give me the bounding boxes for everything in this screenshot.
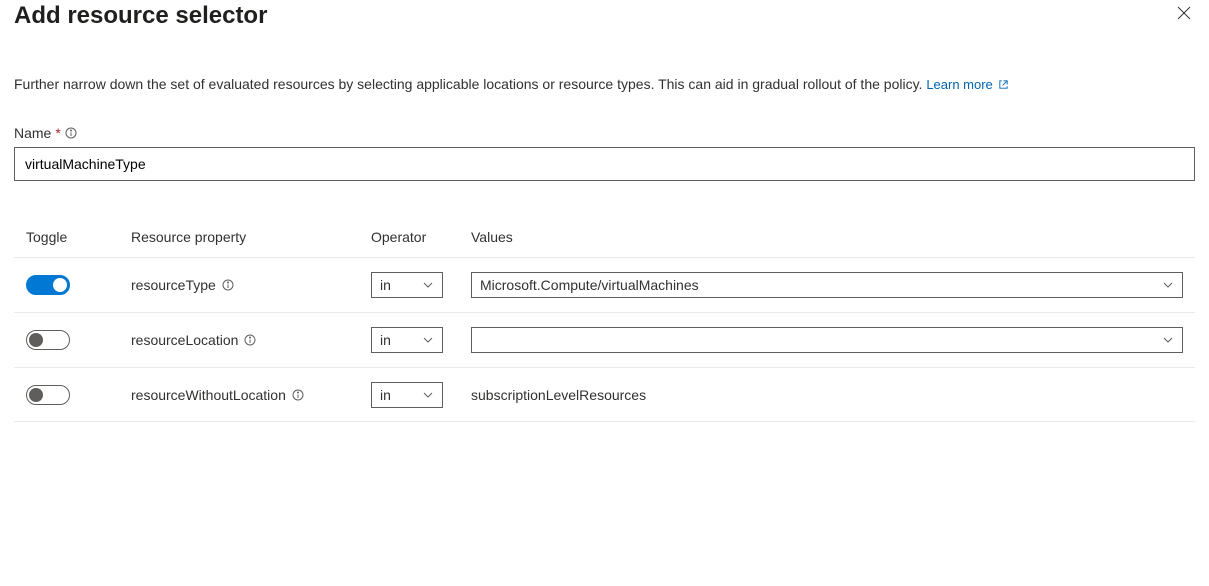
col-header-values: Values <box>471 229 1183 245</box>
description-text: Further narrow down the set of evaluated… <box>14 74 1195 95</box>
resource-selector-table: Toggle Resource property Operator Values… <box>14 229 1195 422</box>
required-indicator: * <box>55 125 60 141</box>
table-row: resourceWithoutLocation in subscriptionLev… <box>14 367 1195 422</box>
resource-property-cell: resourceType <box>131 277 371 293</box>
info-icon[interactable] <box>222 279 234 291</box>
operator-select[interactable]: in <box>371 327 443 353</box>
resource-property-label: resourceLocation <box>131 332 238 348</box>
toggle-switch[interactable] <box>26 275 70 295</box>
col-header-toggle: Toggle <box>26 229 131 245</box>
values-static-text: subscriptionLevelResources <box>471 387 646 403</box>
info-icon[interactable] <box>292 389 304 401</box>
external-link-icon <box>998 79 1009 90</box>
values-select[interactable] <box>471 327 1183 353</box>
chevron-down-icon <box>1162 279 1174 291</box>
name-field-label: Name <box>14 125 51 141</box>
info-icon[interactable] <box>65 127 77 139</box>
resource-property-label: resourceWithoutLocation <box>131 387 286 403</box>
chevron-down-icon <box>422 334 434 346</box>
info-icon[interactable] <box>244 334 256 346</box>
page-title: Add resource selector <box>14 2 267 30</box>
table-row: resourceType in Microsoft.Compute/virtualM… <box>14 257 1195 312</box>
chevron-down-icon <box>422 389 434 401</box>
table-header-row: Toggle Resource property Operator Values <box>14 229 1195 257</box>
table-row: resourceLocation in <box>14 312 1195 367</box>
toggle-switch[interactable] <box>26 385 70 405</box>
values-select[interactable]: Microsoft.Compute/virtualMachines <box>471 272 1183 298</box>
chevron-down-icon <box>422 279 434 291</box>
resource-property-cell: resourceWithoutLocation <box>131 387 371 403</box>
name-input[interactable] <box>14 147 1195 181</box>
close-icon <box>1177 6 1191 20</box>
resource-property-cell: resourceLocation <box>131 332 371 348</box>
learn-more-link[interactable]: Learn more <box>926 77 1009 92</box>
close-button[interactable] <box>1173 2 1195 24</box>
operator-select[interactable]: in <box>371 272 443 298</box>
col-header-property: Resource property <box>131 229 371 245</box>
toggle-switch[interactable] <box>26 330 70 350</box>
chevron-down-icon <box>1162 334 1174 346</box>
col-header-operator: Operator <box>371 229 471 245</box>
operator-select[interactable]: in <box>371 382 443 408</box>
resource-property-label: resourceType <box>131 277 216 293</box>
